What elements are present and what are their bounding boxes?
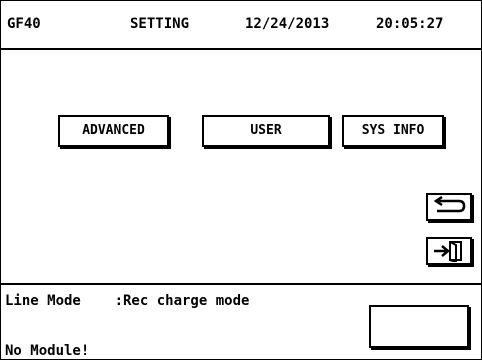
back-arrow-icon xyxy=(433,196,466,213)
status-box xyxy=(369,305,469,348)
line-mode-value: :Rec charge mode xyxy=(114,293,250,309)
device-screen: GF40 SETTING 12/24/2013 20:05:27 ADVANCE… xyxy=(0,0,482,360)
line-mode-label: Line Mode xyxy=(5,293,81,309)
line-mode-status: Line Mode :Rec charge mode xyxy=(5,293,249,309)
menu-area: ADVANCED USER SYS INFO xyxy=(1,50,481,272)
exit-door-icon xyxy=(434,241,462,262)
header-bar: GF40 SETTING 12/24/2013 20:05:27 xyxy=(1,1,481,50)
exit-button[interactable] xyxy=(426,237,472,265)
status-footer: Line Mode :Rec charge mode No Module! xyxy=(1,283,481,361)
page-title: SETTING xyxy=(130,16,190,32)
advanced-button[interactable]: ADVANCED xyxy=(58,115,169,147)
time-display: 20:05:27 xyxy=(376,16,444,32)
date-display: 12/24/2013 xyxy=(245,16,330,32)
module-status: No Module! xyxy=(5,343,90,359)
model-name: GF40 xyxy=(7,16,41,32)
back-button[interactable] xyxy=(426,193,472,221)
user-button[interactable]: USER xyxy=(202,115,330,147)
sys-info-button[interactable]: SYS INFO xyxy=(342,115,444,147)
